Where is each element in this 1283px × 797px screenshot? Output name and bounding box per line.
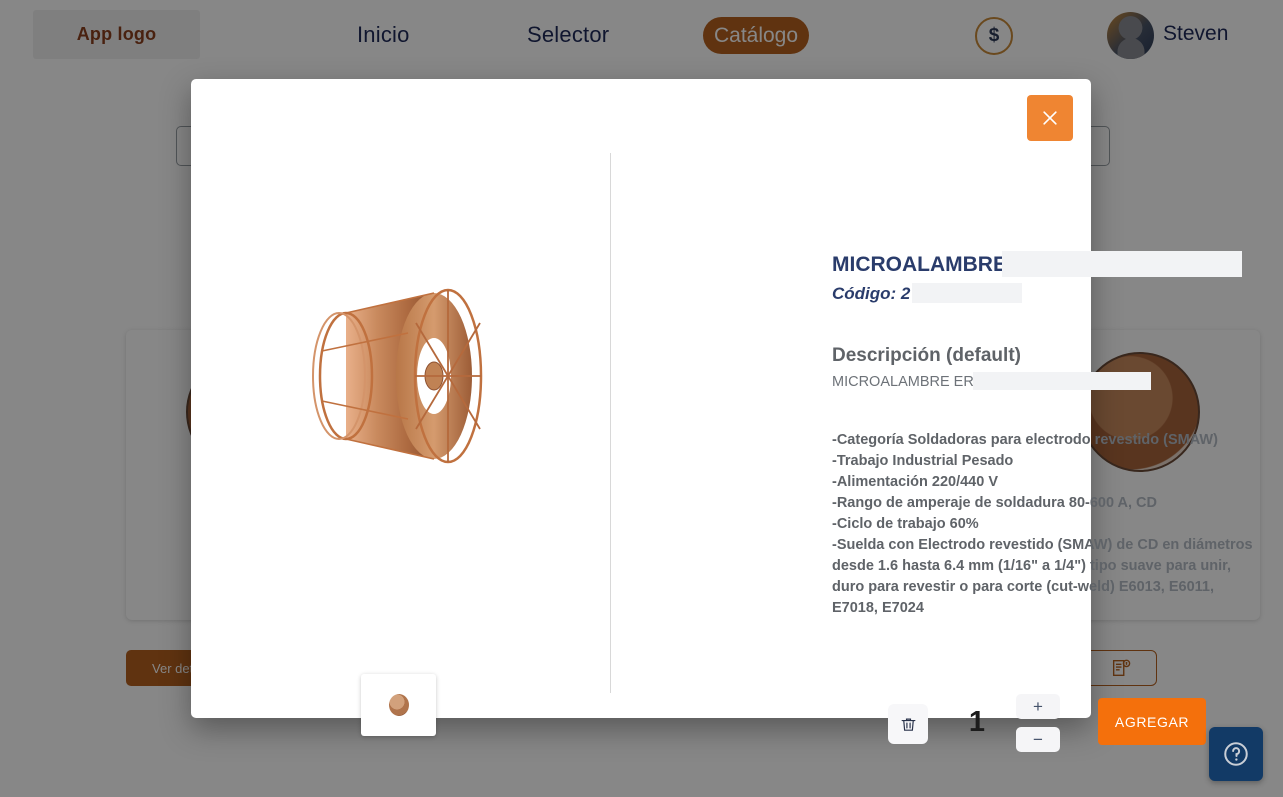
modal-vertical-divider <box>610 153 611 693</box>
welding-wire-spool-image <box>308 271 494 481</box>
description-subtitle: MICROALAMBRE ER <box>832 374 974 390</box>
redaction-bar <box>973 372 1151 390</box>
spec-line: -Categoría Soldadoras para electrodo rev… <box>832 432 1218 448</box>
app-screen: App logo Inicio Selector Catálogo $ Stev… <box>0 0 1283 797</box>
spec-line: -Trabajo Industrial Pesado <box>832 453 1014 469</box>
modal-action-bar: 1 + − AGREGAR <box>832 684 1262 764</box>
quantity-value: 1 <box>968 706 986 738</box>
product-detail-modal: MICROALAMBRE I Código: 2 Descripción (de… <box>191 79 1253 752</box>
help-button[interactable] <box>1209 727 1263 781</box>
close-button[interactable] <box>1027 95 1073 141</box>
spec-line: -Alimentación 220/440 V <box>832 474 999 490</box>
delete-item-button[interactable] <box>888 704 928 744</box>
quantity-increment-button[interactable]: + <box>1016 694 1060 719</box>
spec-line: -Rango de amperaje de soldadura 80-600 A… <box>832 495 1158 511</box>
image-thumbnail-button[interactable] <box>361 674 436 736</box>
close-icon <box>1043 111 1057 125</box>
trash-icon <box>901 718 915 731</box>
add-to-cart-button[interactable]: AGREGAR <box>1098 698 1206 745</box>
product-spec-list: -Categoría Soldadoras para electrodo rev… <box>832 430 1260 619</box>
product-image-pane <box>191 153 610 736</box>
question-mark-help-icon <box>1224 742 1248 766</box>
description-heading: Descripción (default) <box>832 345 1021 366</box>
welding-wire-spool-thumbnail <box>388 694 409 716</box>
redaction-bar <box>912 283 1022 303</box>
spool-illustration-icon <box>311 288 482 464</box>
quantity-decrement-button[interactable]: − <box>1016 727 1060 752</box>
product-code: Código: 2 <box>832 284 911 303</box>
spec-line: -Ciclo de trabajo 60% <box>832 516 979 532</box>
spec-line: -Suelda con Electrodo revestido (SMAW) d… <box>832 537 1253 616</box>
redaction-bar <box>1002 251 1242 277</box>
